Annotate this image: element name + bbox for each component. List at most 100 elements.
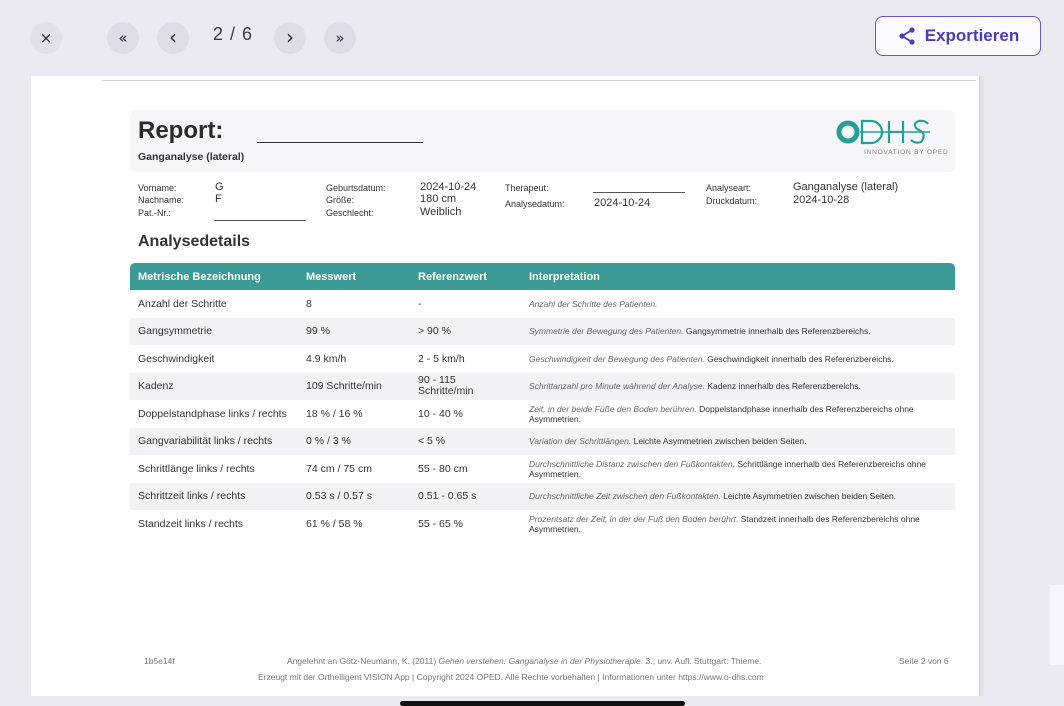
vorname-value: G — [215, 181, 224, 193]
metric-name: Anzahl der Schritte — [138, 297, 227, 310]
report-title-line — [257, 142, 423, 143]
citation-title: Gehen verstehen: Ganganalyse in der Phys… — [438, 656, 641, 666]
metric-interpretation: Zeit, in der beide Füße den Boden berühr… — [521, 400, 955, 428]
metric-value: 8 — [306, 297, 312, 310]
therapeut-label: Therapeut: — [505, 183, 549, 193]
metric-reference: 55 - 80 cm — [418, 462, 468, 475]
table-row: Doppelstandphase links / rechts 18 % / 16… — [130, 400, 955, 428]
metric-name: Gangvariabilität links / rechts — [130, 427, 298, 455]
page-number: Seite 2 von 6 — [899, 656, 949, 666]
metric-interpretation: Schrittanzahl pro Minute während der Ana… — [521, 372, 955, 400]
close-icon: × — [39, 29, 53, 47]
druckdatum-label: Druckdatum: — [706, 196, 758, 206]
share-icon — [899, 27, 915, 45]
vorname-label: Vorname: — [138, 183, 177, 193]
export-label: Exportieren — [924, 26, 1020, 45]
logo-tagline: INNOVATION BY OPED — [864, 149, 949, 156]
report-title: Report: — [138, 117, 224, 144]
metric-reference: < 5 % — [410, 427, 521, 455]
nachname-value: F — [215, 193, 222, 205]
metrics-table: Metrische Bezeichnung Messwert Referenzw… — [130, 263, 955, 538]
table-row: Schrittzeit links / rechts 0.53 s / 0.57 … — [130, 482, 955, 510]
geburtsdatum-label: Geburtsdatum: — [326, 183, 386, 193]
metric-reference: 2 - 5 km/h — [418, 352, 465, 365]
metric-name: Kadenz — [130, 372, 298, 400]
citation-author: Angelehnt an Götz-Neumann, K. (2011) — [287, 656, 437, 666]
double-chevron-left-icon: « — [118, 29, 128, 47]
prev-page-button[interactable]: ‹ — [157, 22, 189, 54]
metric-interpretation: Variation der Schrittlängen. Leichte Asy… — [521, 427, 955, 455]
interpretation-description: Durchschnittliche Distanz zwischen den F… — [529, 458, 735, 469]
metric-name: Doppelstandphase links / rechts — [138, 407, 287, 420]
table-header-row: Metrische Bezeichnung Messwert Referenzw… — [130, 263, 955, 290]
table-row: Gangsymmetrie 99 % > 90 % Symmetrie der Bew… — [130, 317, 955, 345]
home-indicator[interactable] — [400, 701, 685, 706]
section-title: Analysedetails — [138, 233, 251, 250]
table-row: Geschwindigkeit 4.9 km/h 2 - 5 km/h Geschwi… — [130, 345, 955, 373]
metric-reference: 10 - 40 % — [418, 407, 463, 420]
table-row: Gangvariabilität links / rechts 0 % / 3 %… — [130, 427, 955, 455]
metric-value: 109 Schritte/min — [298, 372, 410, 400]
interpretation-description: Schrittanzahl pro Minute während der Ana… — [529, 381, 705, 392]
interpretation-result: Leichte Asymmetrien zwischen beiden Seit… — [633, 436, 807, 447]
next-page-button[interactable]: › — [274, 22, 306, 54]
interpretation-result: Kadenz innerhalb des Referenzbereichs. — [707, 381, 861, 392]
metric-interpretation: Durchschnittliche Distanz zwischen den F… — [521, 455, 955, 483]
first-page-button[interactable]: « — [107, 22, 139, 54]
groesse-value: 180 cm — [420, 193, 457, 205]
metric-interpretation: Durchschnittliche Zeit zwischen den Fußk… — [521, 482, 955, 510]
metric-value: 0.53 s / 0.57 s — [298, 482, 410, 510]
chevron-right-icon: › — [286, 25, 294, 49]
interpretation-description: Zeit, in der beide Füße den Boden berühr… — [529, 403, 697, 414]
patnr-label: Pat.-Nr.: — [138, 208, 172, 218]
geschlecht-label: Geschlecht: — [326, 208, 374, 218]
metric-interpretation: Symmetrie der Bewegung des Patienten. Ga… — [521, 317, 955, 345]
interpretation-description: Variation der Schrittlängen. — [529, 436, 632, 447]
copyright-text: Erzeugt mit der Orthelligent VISION App … — [258, 672, 764, 682]
metric-value: 61 % / 58 % — [306, 517, 363, 530]
report-subtitle: Ganganalyse (lateral) — [138, 151, 245, 163]
geschlecht-value: Weiblich — [420, 206, 462, 218]
metric-reference: - — [418, 297, 422, 310]
interpretation-description: Anzahl der Schritte des Patienten. — [529, 298, 658, 309]
metric-reference: 90 - 115 Schritte/min — [410, 372, 521, 400]
interpretation-description: Geschwindigkeit der Bewegung des Patient… — [529, 353, 705, 364]
sheet-shadow — [979, 76, 985, 696]
metric-name: Standzeit links / rechts — [138, 517, 244, 530]
metric-name: Schrittlänge links / rechts — [138, 462, 255, 475]
metric-interpretation: Anzahl der Schritte des Patienten. — [521, 290, 955, 318]
interpretation-result: Gangsymmetrie innerhalb des Referenzbere… — [685, 326, 871, 337]
interpretation-description: Symmetrie der Bewegung des Patienten. — [529, 326, 684, 337]
page-indicator: 2 / 6 — [213, 24, 254, 44]
reference-citation: Angelehnt an Götz-Neumann, K. (2011) Geh… — [287, 656, 761, 666]
groesse-label: Größe: — [326, 195, 355, 205]
export-button[interactable]: Exportieren — [875, 16, 1041, 56]
metric-reference: 55 - 65 % — [418, 517, 463, 530]
geburtsdatum-value: 2024-10-24 — [420, 181, 477, 193]
interpretation-description: Durchschnittliche Zeit zwischen den Fußk… — [529, 491, 721, 502]
metric-name: Schrittzeit links / rechts — [130, 482, 298, 510]
table-row: Kadenz 109 Schritte/min 90 - 115 Schritte/… — [130, 372, 955, 400]
chevron-left-icon: ‹ — [169, 25, 177, 49]
column-header: Interpretation — [521, 263, 955, 290]
nachname-label: Nachname: — [138, 195, 185, 205]
druckdatum-value: 2024-10-28 — [793, 194, 850, 206]
metric-value: 74 cm / 75 cm — [306, 462, 372, 475]
analyseart-label: Analyseart: — [706, 183, 752, 193]
analysedatum-label: Analysedatum: — [505, 199, 565, 209]
interpretation-result: Geschwindigkeit innerhalb des Referenzbe… — [707, 353, 894, 364]
table-row: Schrittlänge links / rechts 74 cm / 75 cm… — [130, 455, 955, 483]
therapeut-line — [593, 192, 685, 193]
metric-interpretation: Prozentsatz der Zeit, in der der Fuß den… — [521, 510, 955, 538]
metric-value: 99 % — [298, 317, 410, 345]
column-header: Referenzwert — [410, 263, 521, 290]
table-row: Standzeit links / rechts 61 % / 58 % 55 - … — [130, 510, 955, 538]
last-page-button[interactable]: » — [324, 22, 356, 54]
metric-interpretation: Geschwindigkeit der Bewegung des Patient… — [521, 345, 955, 373]
metric-reference: > 90 % — [410, 317, 521, 345]
metric-value: 18 % / 16 % — [306, 407, 363, 420]
table-row: Anzahl der Schritte 8 - Anzahl der Schritte… — [130, 290, 955, 318]
close-button[interactable]: × — [30, 22, 62, 54]
metric-reference: 0.51 - 0.65 s — [410, 482, 521, 510]
metric-value: 0 % / 3 % — [298, 427, 410, 455]
